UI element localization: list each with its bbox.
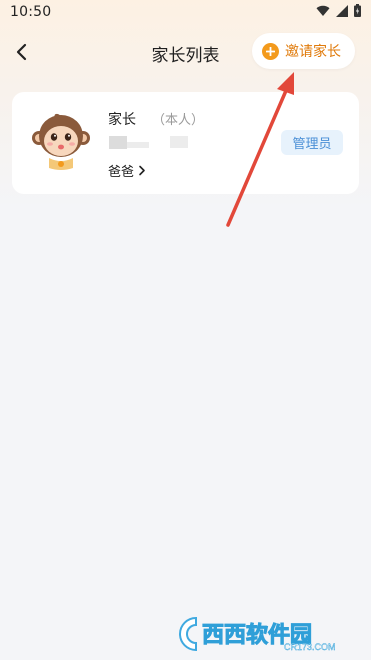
- member-name-row: 家长 （本人）: [108, 109, 204, 129]
- role-badge: 管理员: [281, 130, 343, 155]
- back-button[interactable]: [6, 36, 38, 68]
- chevron-right-icon: [139, 165, 145, 176]
- invite-parent-label: 邀请家长: [285, 44, 341, 60]
- status-time: 10:50: [10, 4, 52, 20]
- status-icons: [316, 4, 361, 17]
- plus-circle-icon: [262, 42, 279, 60]
- masked-info-block: [170, 136, 188, 148]
- signal-icon: [336, 4, 348, 17]
- relation-selector[interactable]: 爸爸: [108, 161, 146, 180]
- role-label: 管理员: [292, 137, 332, 152]
- watermark: 西西软件园 CR173.COM: [172, 612, 352, 656]
- masked-info-block: [127, 142, 149, 148]
- battery-icon: [354, 4, 361, 17]
- monkey-avatar-icon: [32, 113, 90, 170]
- masked-info-block: [109, 136, 127, 149]
- navigation-bar: 家长列表 邀请家长: [0, 30, 371, 74]
- member-card[interactable]: 家长 （本人） 爸爸 管理员: [12, 92, 359, 194]
- relation-label: 爸爸: [108, 165, 135, 180]
- chevron-left-icon: [16, 43, 27, 61]
- wifi-icon: [316, 5, 330, 16]
- watermark-logo: 西西软件园 CR173.COM: [179, 616, 336, 652]
- self-tag: （本人）: [152, 113, 205, 128]
- member-name: 家长: [108, 112, 136, 128]
- svg-text:CR173.COM: CR173.COM: [284, 642, 336, 652]
- status-bar: 10:50: [0, 0, 371, 26]
- invite-parent-button[interactable]: 邀请家长: [252, 33, 355, 69]
